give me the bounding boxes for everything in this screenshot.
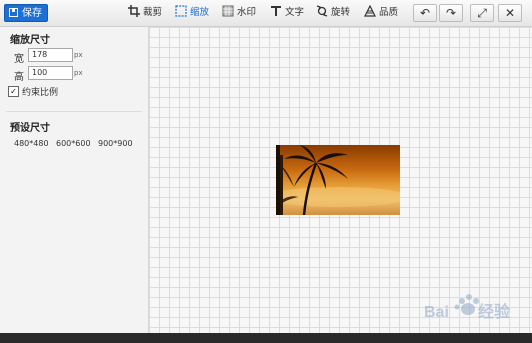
resize-title: 缩放尺寸 (10, 35, 50, 46)
undo-button[interactable]: ↶ (413, 4, 437, 22)
close-button[interactable]: ✕ (498, 4, 522, 22)
save-icon (9, 8, 18, 17)
tool-resize-label: 缩放 (190, 7, 210, 18)
tool-crop-label: 裁剪 (143, 7, 163, 18)
tool-watermark-label: 水印 (237, 7, 257, 18)
tool-text[interactable]: 文字 (270, 5, 304, 21)
keep-ratio-checkbox[interactable]: ✓ (8, 86, 19, 97)
rotate-icon (316, 5, 328, 17)
width-label: 宽 (14, 54, 24, 65)
preview-image[interactable] (276, 145, 400, 215)
text-icon (271, 6, 281, 16)
toolbar: 保存 裁剪 缩放 水印 文字 旋转 品质 ↶ ↷ ⤢ ✕ (0, 0, 532, 27)
tool-watermark[interactable]: 水印 (222, 5, 256, 21)
tool-quality-label: 品质 (379, 7, 399, 18)
width-input[interactable]: 178 (28, 48, 73, 62)
tool-crop[interactable]: 裁剪 (128, 5, 162, 21)
preset-480[interactable]: 480*480 (14, 139, 49, 148)
tool-rotate[interactable]: 旋转 (316, 5, 350, 21)
preset-title: 预设尺寸 (10, 123, 50, 134)
watermark-icon (222, 5, 234, 17)
undo-icon: ↶ (419, 6, 431, 20)
redo-button[interactable]: ↷ (439, 4, 463, 22)
save-button[interactable]: 保存 (4, 4, 48, 22)
divider (6, 111, 142, 112)
tool-quality[interactable]: 品质 (364, 5, 398, 21)
tool-text-label: 文字 (285, 7, 305, 18)
palm-tree-image (276, 145, 400, 215)
tool-resize[interactable]: 缩放 (175, 5, 209, 21)
resize-icon (175, 5, 187, 17)
height-unit: px (74, 69, 83, 77)
save-label: 保存 (22, 8, 42, 19)
baidu-logo: Bai 经验 (424, 294, 511, 321)
svg-text:经验: 经验 (478, 302, 511, 321)
height-label: 高 (14, 72, 24, 83)
fullscreen-icon: ⤢ (477, 6, 487, 20)
bottom-bar (0, 333, 532, 343)
crop-icon (128, 5, 140, 17)
settings-panel: 缩放尺寸 宽 178 px 高 100 px ✓ 约束比例 预设尺寸 480*4… (0, 27, 149, 333)
quality-icon (364, 5, 376, 17)
fullscreen-button[interactable]: ⤢ (470, 4, 494, 22)
preset-600[interactable]: 600*600 (56, 139, 91, 148)
checkmark-icon: ✓ (10, 87, 17, 96)
redo-icon: ↷ (445, 6, 457, 20)
svg-text:Bai: Bai (424, 304, 449, 321)
preset-900[interactable]: 900*900 (98, 139, 133, 148)
width-unit: px (74, 51, 83, 59)
height-input[interactable]: 100 (28, 66, 73, 80)
keep-ratio-label: 约束比例 (22, 88, 59, 98)
close-icon: ✕ (504, 6, 516, 20)
tool-rotate-label: 旋转 (331, 7, 351, 18)
